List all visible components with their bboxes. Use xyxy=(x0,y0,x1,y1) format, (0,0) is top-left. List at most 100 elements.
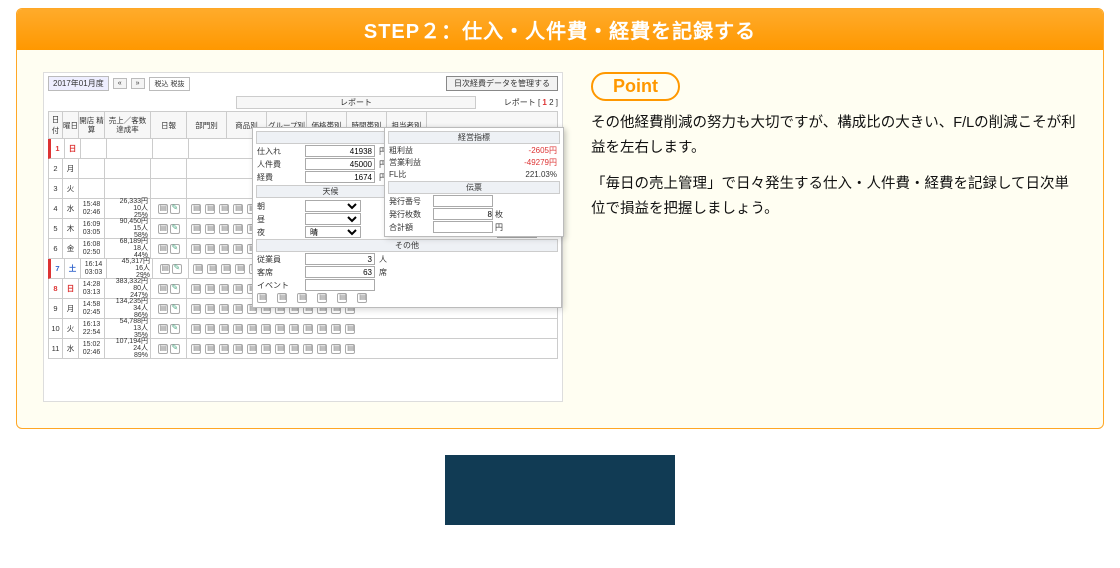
doc-icon[interactable] xyxy=(191,244,201,254)
doc-icon[interactable] xyxy=(247,324,257,334)
doc-icon[interactable] xyxy=(219,204,229,214)
header-tab-dept[interactable]: 部門別 xyxy=(187,112,227,138)
other-row: イベント xyxy=(257,279,557,291)
doc-icon[interactable] xyxy=(233,324,243,334)
doc-icon[interactable] xyxy=(247,344,257,354)
doc-icon[interactable] xyxy=(275,324,285,334)
pencil-icon[interactable] xyxy=(170,324,180,334)
doc-icon[interactable] xyxy=(275,344,285,354)
doc-icon[interactable] xyxy=(233,284,243,294)
doc-icon[interactable] xyxy=(219,244,229,254)
doc-icon[interactable] xyxy=(219,304,229,314)
doc-icon[interactable] xyxy=(158,304,168,314)
denpyou-input[interactable] xyxy=(433,208,493,220)
doc-icon[interactable] xyxy=(158,284,168,294)
doc-icon[interactable] xyxy=(261,344,271,354)
doc-icon[interactable] xyxy=(205,284,215,294)
doc-icon[interactable] xyxy=(297,293,307,303)
other-input[interactable] xyxy=(305,279,375,291)
doc-icon[interactable] xyxy=(337,293,347,303)
doc-icon[interactable] xyxy=(233,344,243,354)
doc-icon[interactable] xyxy=(303,324,313,334)
doc-icon[interactable] xyxy=(160,264,170,274)
doc-icon[interactable] xyxy=(257,293,267,303)
weather-select[interactable] xyxy=(305,213,361,225)
pencil-icon[interactable] xyxy=(170,244,180,254)
tax-toggle[interactable]: 税込 税抜 xyxy=(149,77,191,91)
other-label: 客席 xyxy=(257,267,301,278)
weather-label: 夜 xyxy=(257,227,301,238)
doc-icon[interactable] xyxy=(158,204,168,214)
doc-icon[interactable] xyxy=(317,324,327,334)
doc-icon[interactable] xyxy=(193,264,203,274)
cell-sales: 54,788円13人35% xyxy=(105,319,151,338)
doc-icon[interactable] xyxy=(221,264,231,274)
doc-icon[interactable] xyxy=(158,344,168,354)
doc-icon[interactable] xyxy=(219,224,229,234)
prev-period-button[interactable]: « xyxy=(113,78,127,89)
pencil-icon[interactable] xyxy=(170,284,180,294)
pencil-icon[interactable] xyxy=(170,224,180,234)
table-row[interactable]: 11水15:0202:46107,194円24人89% xyxy=(48,339,558,359)
doc-icon[interactable] xyxy=(233,224,243,234)
doc-icon[interactable] xyxy=(219,344,229,354)
pencil-icon[interactable] xyxy=(172,264,182,274)
doc-icon[interactable] xyxy=(303,344,313,354)
doc-icon[interactable] xyxy=(191,284,201,294)
doc-icon[interactable] xyxy=(331,344,341,354)
doc-icon[interactable] xyxy=(191,304,201,314)
doc-icon[interactable] xyxy=(233,204,243,214)
denpyou-input[interactable] xyxy=(433,221,493,233)
weather-select[interactable] xyxy=(305,200,361,212)
doc-icon[interactable] xyxy=(158,324,168,334)
expense-input[interactable] xyxy=(305,145,375,157)
doc-icon[interactable] xyxy=(233,244,243,254)
doc-icon[interactable] xyxy=(205,304,215,314)
doc-icon[interactable] xyxy=(158,244,168,254)
manage-daily-expense-button[interactable]: 日次経費データを管理する xyxy=(446,76,558,91)
doc-icon[interactable] xyxy=(235,264,245,274)
pencil-icon[interactable] xyxy=(170,204,180,214)
doc-icon[interactable] xyxy=(233,304,243,314)
denpyou-input[interactable] xyxy=(433,195,493,207)
cell-report-icons xyxy=(187,319,557,338)
doc-icon[interactable] xyxy=(205,324,215,334)
doc-icon[interactable] xyxy=(191,204,201,214)
doc-icon[interactable] xyxy=(191,324,201,334)
weather-select[interactable]: 晴 xyxy=(305,226,361,238)
table-row[interactable]: 10火16:1322:5454,788円13人35% xyxy=(48,319,558,339)
doc-icon[interactable] xyxy=(289,324,299,334)
doc-icon[interactable] xyxy=(219,324,229,334)
doc-icon[interactable] xyxy=(191,224,201,234)
doc-icon[interactable] xyxy=(289,344,299,354)
doc-icon[interactable] xyxy=(205,344,215,354)
pencil-icon[interactable] xyxy=(170,344,180,354)
doc-icon[interactable] xyxy=(207,264,217,274)
report-pager-rest[interactable]: 2 ] xyxy=(547,98,558,107)
period-select[interactable]: 2017年01月度 xyxy=(48,76,109,91)
doc-icon[interactable] xyxy=(219,284,229,294)
pencil-icon[interactable] xyxy=(170,304,180,314)
doc-icon[interactable] xyxy=(345,344,355,354)
other-input[interactable] xyxy=(305,266,375,278)
report-pager[interactable]: レポート [ 1 2 ] xyxy=(504,97,558,108)
doc-icon[interactable] xyxy=(205,244,215,254)
cell-daily xyxy=(151,179,187,198)
doc-icon[interactable] xyxy=(261,324,271,334)
doc-icon[interactable] xyxy=(317,293,327,303)
doc-icon[interactable] xyxy=(191,344,201,354)
doc-icon[interactable] xyxy=(158,224,168,234)
doc-icon[interactable] xyxy=(317,344,327,354)
expense-input[interactable] xyxy=(305,171,375,183)
next-period-button[interactable]: » xyxy=(131,78,145,89)
doc-icon[interactable] xyxy=(205,224,215,234)
doc-icon[interactable] xyxy=(277,293,287,303)
doc-icon[interactable] xyxy=(345,324,355,334)
doc-icon[interactable] xyxy=(331,324,341,334)
doc-icon[interactable] xyxy=(205,204,215,214)
doc-icon[interactable] xyxy=(357,293,367,303)
weather-title: 天候 xyxy=(256,185,405,198)
expense-input[interactable] xyxy=(305,158,375,170)
expense-label: 仕入れ xyxy=(257,146,301,157)
other-input[interactable] xyxy=(305,253,375,265)
